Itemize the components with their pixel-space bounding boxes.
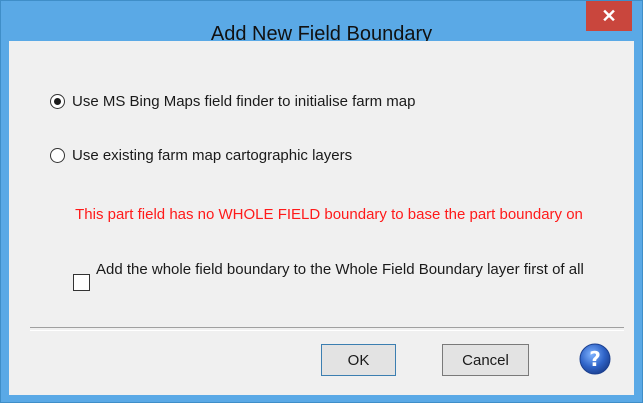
option-existing-layers[interactable]: Use existing farm map cartographic layer… xyxy=(50,147,352,164)
radio-bing-maps[interactable] xyxy=(50,94,65,109)
close-button[interactable]: ✕ xyxy=(586,1,632,31)
close-icon: ✕ xyxy=(601,5,617,26)
option-bing-maps-label: Use MS Bing Maps field finder to initial… xyxy=(72,93,416,110)
warning-message: This part field has no WHOLE FIELD bound… xyxy=(75,206,583,223)
radio-existing-layers[interactable] xyxy=(50,148,65,163)
title-bar[interactable]: Add New Field Boundary ✕ xyxy=(1,1,642,45)
dialog-content: Use MS Bing Maps field finder to initial… xyxy=(9,41,634,395)
option-bing-maps[interactable]: Use MS Bing Maps field finder to initial… xyxy=(50,93,415,110)
dialog-window: Add New Field Boundary ✕ Use MS Bing Map… xyxy=(0,0,643,403)
add-whole-field-checkbox[interactable] xyxy=(73,274,90,291)
separator xyxy=(30,327,624,331)
add-whole-field-option[interactable]: Add the whole field boundary to the Whol… xyxy=(73,261,636,291)
svg-text:?: ? xyxy=(589,347,601,371)
add-whole-field-label: Add the whole field boundary to the Whol… xyxy=(96,261,584,278)
ok-button[interactable]: OK xyxy=(321,344,396,376)
help-icon[interactable]: ? xyxy=(579,343,611,375)
cancel-button[interactable]: Cancel xyxy=(442,344,529,376)
option-existing-layers-label: Use existing farm map cartographic layer… xyxy=(72,147,353,164)
